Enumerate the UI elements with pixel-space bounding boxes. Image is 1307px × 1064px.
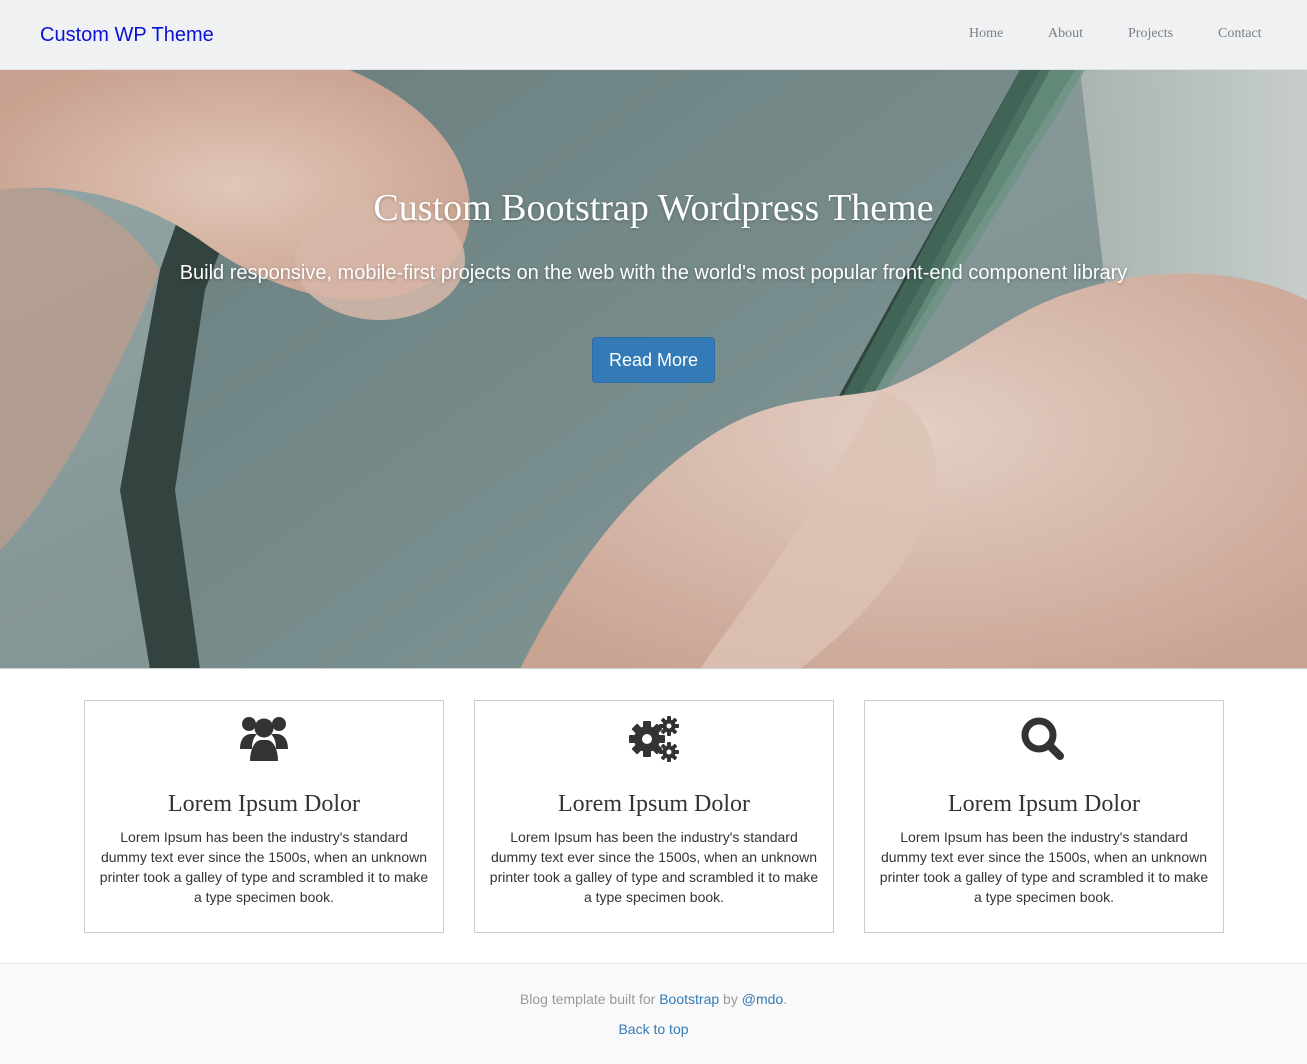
nav-link-projects[interactable]: Projects bbox=[1128, 26, 1173, 42]
nav-link-home[interactable]: Home bbox=[969, 26, 1003, 42]
back-to-top-link[interactable]: Back to top bbox=[618, 1021, 688, 1037]
brand-link[interactable]: Custom WP Theme bbox=[40, 23, 214, 47]
cogs-icon bbox=[629, 716, 679, 762]
footer-credits: Blog template built for Bootstrap by @md… bbox=[0, 991, 1307, 1007]
footer-credits-suffix: . bbox=[783, 991, 788, 1007]
hero-section: Custom Bootstrap Wordpress Theme Build r… bbox=[0, 70, 1307, 669]
feature-text: Lorem Ipsum has been the industry's stan… bbox=[489, 829, 819, 905]
feature-text: Lorem Ipsum has been the industry's stan… bbox=[99, 829, 429, 905]
footer-credits-by: by bbox=[719, 991, 742, 1007]
nav-link-about[interactable]: About bbox=[1048, 26, 1083, 42]
feature-text: Lorem Ipsum has been the industry's stan… bbox=[879, 829, 1209, 905]
feature-card-1: Lorem Ipsum Dolor Lorem Ipsum has been t… bbox=[84, 700, 444, 933]
feature-title: Lorem Ipsum Dolor bbox=[168, 791, 360, 817]
hero-subtitle: Build responsive, mobile-first projects … bbox=[179, 262, 1128, 284]
hero-title: Custom Bootstrap Wordpress Theme bbox=[373, 187, 934, 229]
search-icon bbox=[1021, 717, 1064, 760]
navbar: Custom WP Theme Home About Projects Cont… bbox=[0, 0, 1307, 70]
feature-card-2: Lorem Ipsum Dolor Lorem Ipsum has been t… bbox=[474, 700, 834, 933]
bootstrap-link[interactable]: Bootstrap bbox=[659, 991, 719, 1007]
nav-link-contact[interactable]: Contact bbox=[1218, 26, 1262, 42]
feature-title: Lorem Ipsum Dolor bbox=[948, 791, 1140, 817]
users-icon bbox=[240, 717, 288, 761]
footer-credits-prefix: Blog template built for bbox=[519, 991, 660, 1007]
author-link[interactable]: @mdo bbox=[742, 991, 783, 1007]
footer: Blog template built for Bootstrap by @md… bbox=[0, 963, 1307, 1064]
features-section: Lorem Ipsum Dolor Lorem Ipsum has been t… bbox=[0, 670, 1307, 963]
read-more-button[interactable]: Read More bbox=[592, 337, 715, 383]
feature-card-3: Lorem Ipsum Dolor Lorem Ipsum has been t… bbox=[864, 700, 1224, 933]
feature-title: Lorem Ipsum Dolor bbox=[558, 791, 750, 817]
